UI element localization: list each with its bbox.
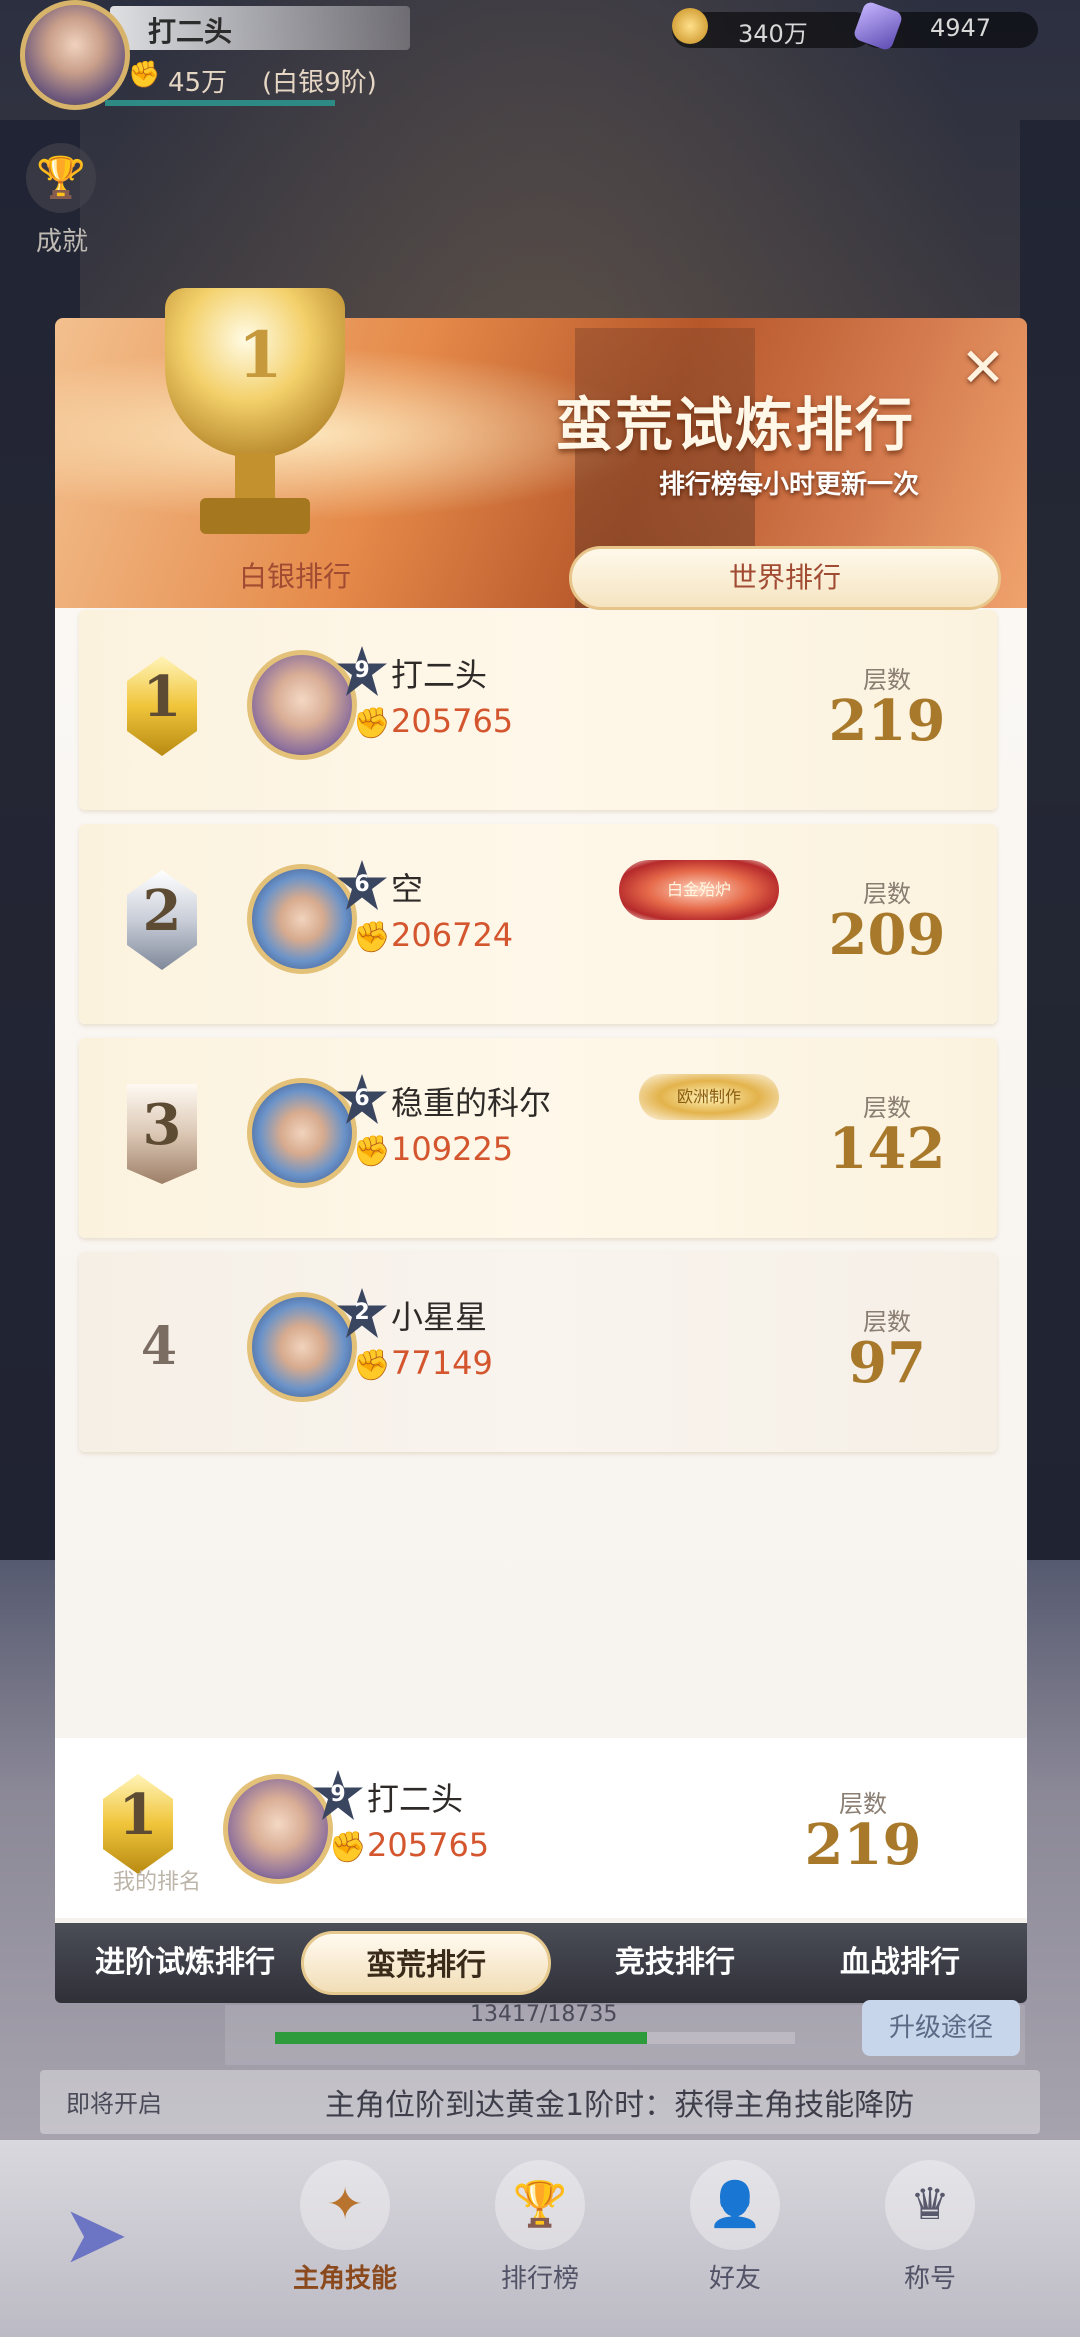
player-power: 77149 xyxy=(391,1344,493,1382)
vip-level: 9 xyxy=(330,1782,346,1807)
player-avatar[interactable] xyxy=(20,0,130,110)
trophy-icon: 🏆 xyxy=(26,143,96,213)
ranking-modal: 蛮荒试炼排行 排行榜每小时更新一次 ✕ 1 白银排行 世界排行 1 9 打二头 … xyxy=(55,288,1027,2003)
vip-badge: 9 xyxy=(337,646,387,696)
player-xp-bar xyxy=(105,100,335,106)
vip-badge: 6 xyxy=(337,1074,387,1124)
vip-level: 6 xyxy=(354,1086,370,1111)
tab-silver-ranking[interactable]: 白银排行 xyxy=(55,536,535,618)
nav-item-friends[interactable]: 👤 好友 xyxy=(670,2160,800,2320)
tab-wild-ranking[interactable]: 蛮荒排行 xyxy=(301,1931,551,1995)
nav-item-skill[interactable]: ✦ 主角技能 xyxy=(280,2160,410,2320)
player-power: 205765 xyxy=(391,702,514,740)
trophy-illustration: 1 xyxy=(130,258,380,558)
rank-number: 3 xyxy=(142,1092,182,1158)
nav-item-leaderboard[interactable]: 🏆 排行榜 xyxy=(475,2160,605,2320)
vip-badge: 6 xyxy=(337,860,387,910)
nav-item-titles[interactable]: ♛ 称号 xyxy=(865,2160,995,2320)
ranking-row-4[interactable]: 4 2 小星星 ✊ 77149 层数 97 xyxy=(79,1252,997,1452)
rank-badge-bronze: 3 xyxy=(107,1074,217,1202)
power-icon: ✊ xyxy=(128,60,161,90)
rank-progress-text: 13417/18735 xyxy=(470,2002,618,2027)
trophy-number: 1 xyxy=(238,318,283,393)
rank-number: 1 xyxy=(118,1782,158,1848)
nav-label: 称号 xyxy=(903,2264,956,2294)
player-name: 空 xyxy=(391,870,424,908)
rank-number: 1 xyxy=(142,664,182,730)
player-name: 打二头 xyxy=(148,15,233,48)
vip-badge: 9 xyxy=(313,1770,363,1820)
floor-value: 219 xyxy=(804,1812,922,1878)
vip-level: 2 xyxy=(354,1300,370,1325)
rank-number: 4 xyxy=(140,1316,178,1377)
ranking-row-2[interactable]: 2 6 空 ✊ 206724 白金殆炉 层数 209 xyxy=(79,824,997,1024)
floor-value: 142 xyxy=(828,1116,946,1182)
my-ranking-label: 我的排名 xyxy=(113,1870,202,1895)
rank-badge-gold: 1 xyxy=(107,646,217,774)
player-power: 205765 xyxy=(367,1826,490,1864)
player-rank: (白银9阶) xyxy=(262,68,377,98)
ranking-row-1[interactable]: 1 9 打二头 ✊ 205765 层数 219 xyxy=(79,610,997,810)
player-name: 小星星 xyxy=(391,1298,488,1336)
top-hud: 打二头 ✊ 45万 (白银9阶) 340万 4947 xyxy=(0,0,1080,120)
trophy-stem xyxy=(235,453,275,503)
my-ranking-row[interactable]: 1 我的排名 9 打二头 ✊ 205765 层数 219 xyxy=(55,1738,1027,1918)
nav-label: 主角技能 xyxy=(292,2264,397,2294)
title-badge-europe: 欧洲制作 xyxy=(639,1074,779,1120)
player-power: 109225 xyxy=(391,1130,514,1168)
player-power: 45万 xyxy=(168,68,228,98)
trophy-icon: 🏆 xyxy=(495,2160,585,2250)
close-icon[interactable]: ✕ xyxy=(955,340,1011,396)
rank-badge-silver: 2 xyxy=(107,860,217,988)
back-arrow-icon[interactable]: ➤ xyxy=(45,2185,145,2285)
power-icon: ✊ xyxy=(353,706,391,741)
tab-advanced-trial-ranking[interactable]: 进阶试炼排行 xyxy=(65,1923,305,2003)
floor-value: 97 xyxy=(848,1330,926,1396)
power-icon: ✊ xyxy=(353,1348,391,1383)
ranking-row-3[interactable]: 3 6 稳重的科尔 ✊ 109225 欧洲制作 层数 142 xyxy=(79,1038,997,1238)
vip-level: 6 xyxy=(354,872,370,897)
tab-bloodwar-ranking[interactable]: 血战排行 xyxy=(795,1923,1005,2003)
power-icon: ✊ xyxy=(329,1830,367,1865)
player-name: 打二头 xyxy=(367,1780,464,1818)
power-icon: ✊ xyxy=(353,920,391,955)
friend-icon: 👤 xyxy=(690,2160,780,2250)
trophy-base xyxy=(200,498,310,534)
ranking-category-tabs: 进阶试炼排行 蛮荒排行 竞技排行 血战排行 xyxy=(55,1923,1027,2003)
gold-value: 340万 xyxy=(738,20,808,48)
vip-level: 9 xyxy=(354,658,370,683)
modal-subtitle: 排行榜每小时更新一次 xyxy=(659,470,920,500)
tab-world-ranking[interactable]: 世界排行 xyxy=(569,546,1001,610)
title-badge-platinum: 白金殆炉 xyxy=(619,860,779,920)
skill-icon: ✦ xyxy=(300,2160,390,2250)
gold-coin-icon xyxy=(672,8,708,44)
player-name: 稳重的科尔 xyxy=(391,1084,552,1122)
coming-soon-label: 即将开启 xyxy=(66,2090,162,2118)
modal-title: 蛮荒试炼排行 xyxy=(555,391,916,459)
ranking-scope-tabs: 白银排行 世界排行 xyxy=(55,536,1027,618)
vip-badge: 2 xyxy=(337,1288,387,1338)
upgrade-path-button[interactable]: 升级途径 xyxy=(862,2000,1020,2056)
gem-value: 4947 xyxy=(930,14,992,42)
nav-label: 好友 xyxy=(708,2264,761,2294)
unlock-description: 主角位阶到达黄金1阶时：获得主角技能降防 xyxy=(325,2088,915,2123)
background-tower-right xyxy=(1020,120,1080,1570)
player-name: 打二头 xyxy=(391,656,488,694)
tab-arena-ranking[interactable]: 竞技排行 xyxy=(575,1923,775,2003)
crown-icon: ♛ xyxy=(885,2160,975,2250)
achievement-button[interactable]: 🏆 成就 xyxy=(18,135,108,257)
floor-value: 219 xyxy=(828,688,946,754)
floor-value: 209 xyxy=(828,902,946,968)
achievement-label: 成就 xyxy=(36,227,89,257)
rank-number: 2 xyxy=(142,878,182,944)
player-power: 206724 xyxy=(391,916,514,954)
rank-progress-fill xyxy=(275,2032,648,2044)
power-icon: ✊ xyxy=(353,1134,391,1169)
nav-label: 排行榜 xyxy=(500,2264,579,2294)
